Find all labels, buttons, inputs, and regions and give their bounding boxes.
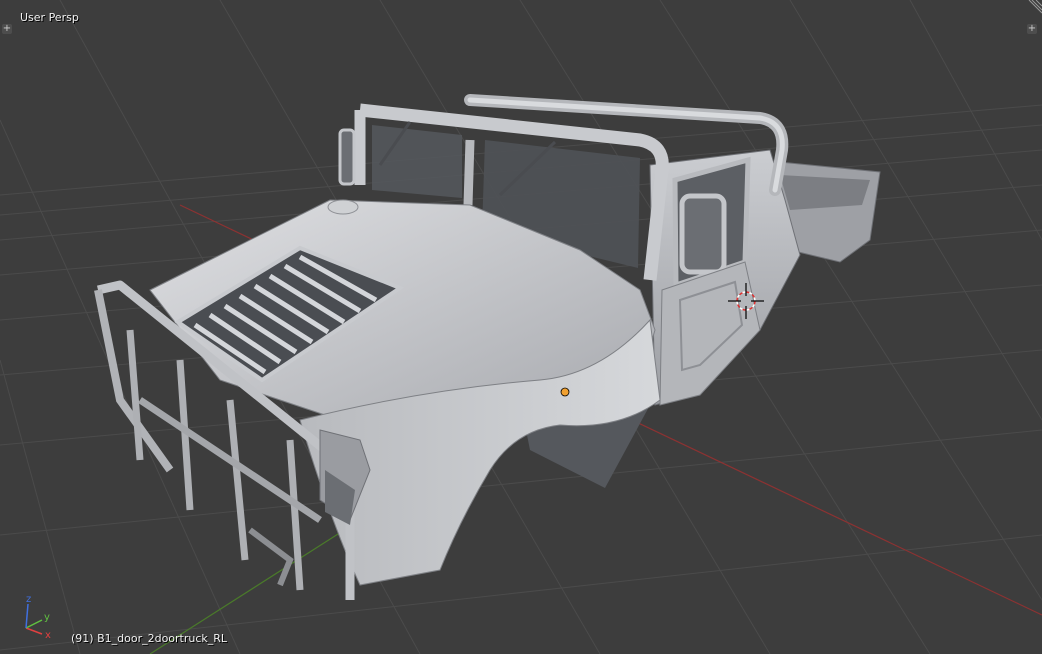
axis-gizmo-icon: x y z	[25, 594, 51, 641]
3d-cursor-icon[interactable]	[728, 283, 764, 319]
area-split-left-icon[interactable]: +	[2, 24, 12, 34]
gizmo-z-label: z	[26, 594, 31, 605]
area-split-right-icon[interactable]: +	[1027, 24, 1037, 34]
viewport-title: User Persp	[20, 11, 79, 24]
gizmo-x-label: x	[45, 630, 51, 641]
origin-dot	[560, 387, 570, 397]
corner-grip-icon[interactable]	[1028, 0, 1042, 14]
active-object-status: (91) B1_door_2doortruck_RL	[71, 632, 228, 645]
humvee-model	[94, 94, 881, 600]
gizmo-y-label: y	[44, 612, 50, 623]
scene-canvas[interactable]	[0, 0, 1042, 654]
3d-viewport[interactable]: User Persp + + x y z (91) B1_door_2doort…	[0, 0, 1042, 654]
